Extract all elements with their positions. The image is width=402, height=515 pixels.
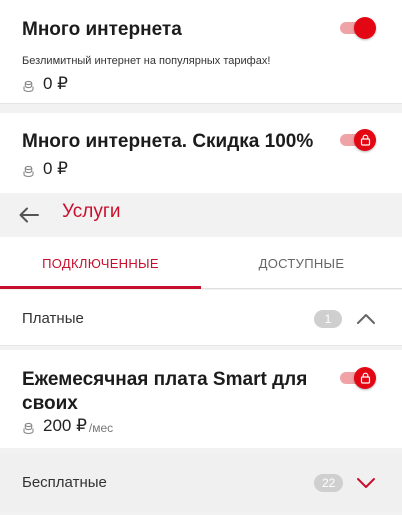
coins-icon: [22, 420, 35, 434]
page-title: Услуги: [62, 201, 121, 222]
price-value: 200 ₽: [43, 416, 87, 435]
service-toggle[interactable]: [338, 17, 376, 39]
service-price: 200 ₽ /мес: [22, 416, 113, 436]
lock-icon: [360, 134, 370, 146]
count-badge: 22: [314, 474, 344, 492]
count-badge: 1: [314, 310, 342, 328]
section-label: Платные: [22, 310, 84, 327]
section-paid-header[interactable]: Платные 1: [0, 290, 402, 346]
section-label: Бесплатные: [22, 474, 107, 491]
coins-icon: [22, 78, 35, 92]
service-title: Ежемесячная плата Smart для своих: [22, 369, 308, 414]
service-title: Много интернета: [22, 19, 182, 40]
section-free-header[interactable]: Бесплатные 22: [0, 454, 402, 512]
tab-bar: ПОДКЛЮЧЕННЫЕ ДОСТУПНЫЕ: [0, 237, 402, 289]
tab-available[interactable]: ДОСТУПНЫЕ: [201, 237, 402, 289]
service-price: 0 ₽: [22, 159, 68, 179]
price-unit: /мес: [88, 420, 114, 435]
price-value: 0 ₽: [43, 74, 68, 93]
lock-icon: [360, 372, 370, 384]
service-price: 0 ₽: [22, 74, 68, 94]
chevron-up-icon[interactable]: [356, 312, 376, 326]
service-card-smart-fee: Ежемесячная плата Smart для своих 200 ₽ …: [0, 350, 402, 448]
service-card-many-internet: Много интернета Безлимитный интернет на …: [0, 0, 402, 104]
service-description: Безлимитный интернет на популярных тариф…: [22, 55, 271, 67]
arrow-left-icon: [19, 207, 39, 223]
chevron-down-icon[interactable]: [356, 476, 376, 490]
services-header: Услуги: [0, 193, 402, 237]
service-title: Много интернета. Скидка 100%: [22, 131, 314, 152]
active-tab-indicator: [0, 286, 201, 289]
coins-icon: [22, 163, 35, 177]
price-value: 0 ₽: [43, 159, 68, 178]
service-toggle-locked[interactable]: [338, 367, 376, 389]
back-button[interactable]: [16, 202, 42, 228]
service-toggle-locked[interactable]: [338, 129, 376, 151]
service-card-many-internet-discount: Много интернета. Скидка 100% 0 ₽: [0, 113, 402, 193]
tab-connected[interactable]: ПОДКЛЮЧЕННЫЕ: [0, 237, 201, 289]
